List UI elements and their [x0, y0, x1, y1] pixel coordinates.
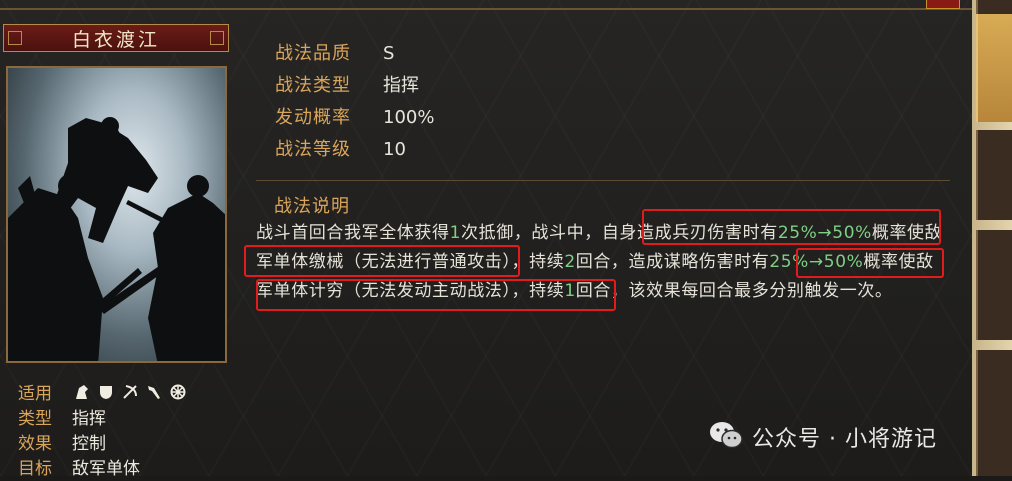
info-applicable-label: 适用 [18, 384, 52, 404]
info-target-label: 目标 [18, 459, 52, 479]
attr-quality-value: S [383, 43, 395, 64]
info-target: 目标 敌军单体 [18, 457, 140, 481]
annotation-box [244, 245, 520, 277]
description-number: 1 [449, 223, 462, 243]
watermark: 公众号 · 小将游记 [708, 420, 937, 454]
description-text: 回合，造成谋略伤害时有 [575, 252, 770, 272]
wheel-icon [170, 384, 186, 400]
attr-type-value: 指挥 [383, 75, 419, 96]
attr-quality: 战法品质 S [275, 42, 394, 66]
attr-probability-label: 发动概率 [275, 107, 351, 128]
troop-type-icons [74, 384, 186, 400]
wechat-icon [708, 420, 744, 454]
side-tab-active[interactable] [976, 14, 1012, 122]
section-divider [256, 180, 950, 181]
warriors-silhouette-image [8, 117, 225, 361]
attr-type: 战法类型 指挥 [275, 74, 419, 98]
info-effect-value: 控制 [72, 434, 106, 454]
attr-type-label: 战法类型 [275, 75, 351, 96]
description-number: 2 [564, 252, 576, 272]
bow-icon [122, 384, 138, 400]
cavalry-icon [74, 384, 90, 400]
description-text: 回合，该效果每回合最多分别触发一次。 [575, 281, 893, 301]
side-tab-strip [972, 0, 1012, 476]
attr-level-label: 战法等级 [275, 139, 351, 160]
skill-name: 白衣渡江 [71, 28, 160, 51]
annotation-box [642, 209, 941, 245]
info-applicable: 适用 [18, 382, 72, 406]
info-target-value: 敌军单体 [72, 459, 140, 479]
attr-quality-label: 战法品质 [275, 43, 351, 64]
side-tab[interactable] [976, 0, 1012, 14]
attr-level: 战法等级 10 [275, 138, 406, 162]
top-divider [0, 8, 972, 10]
annotation-box [256, 279, 616, 311]
info-effect-label: 效果 [18, 434, 52, 454]
info-type-label: 类型 [18, 409, 52, 429]
side-tab[interactable] [976, 230, 1012, 340]
shield-icon [98, 384, 114, 400]
skill-name-plate: 白衣渡江 [3, 24, 229, 52]
spear-icon [146, 384, 162, 400]
info-type-value: 指挥 [72, 409, 106, 429]
skill-illustration [6, 66, 227, 363]
info-effect: 效果 控制 [18, 432, 106, 456]
side-tab[interactable] [976, 350, 1012, 476]
info-type: 类型 指挥 [18, 407, 106, 431]
watermark-text: 公众号 · 小将游记 [752, 427, 937, 452]
description-title: 战法说明 [274, 196, 350, 217]
annotation-box [796, 248, 944, 278]
side-tab[interactable] [976, 130, 1012, 220]
close-button[interactable] [926, 0, 960, 9]
attr-probability: 发动概率 100% [275, 106, 434, 130]
attr-probability-value: 100% [383, 107, 435, 128]
attr-level-value: 10 [383, 139, 406, 160]
description-text: 战斗首回合我军全体获得 [256, 223, 450, 243]
